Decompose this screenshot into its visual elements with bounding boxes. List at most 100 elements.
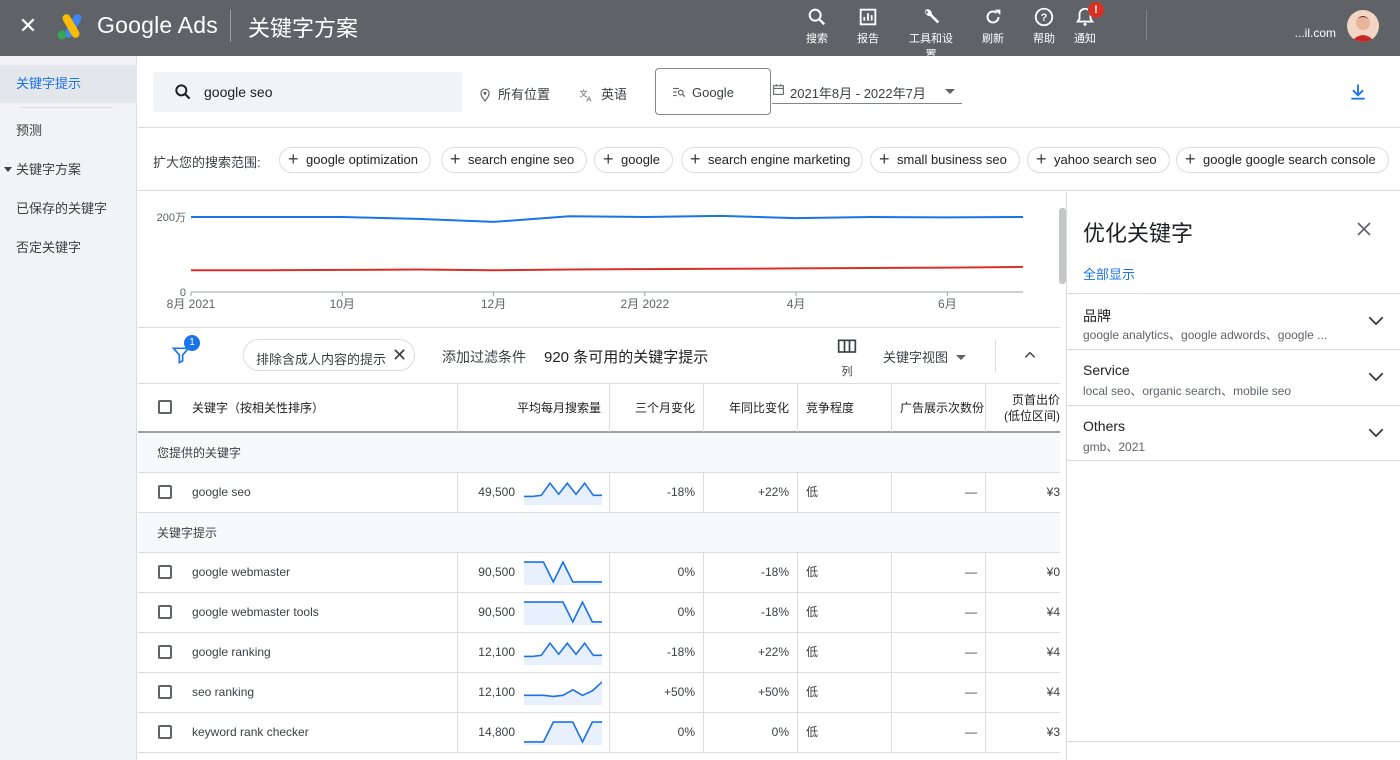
bid-value: ¥4.1 xyxy=(1046,605,1060,619)
refresh-icon xyxy=(986,9,1001,24)
chip-yahoo-search-seo[interactable]: + yahoo search seo xyxy=(1027,147,1170,173)
dropdown-arrow-icon xyxy=(956,355,967,360)
header-yoy-change[interactable]: 年同比变化 xyxy=(704,384,798,432)
row-checkbox[interactable] xyxy=(158,645,172,659)
volume-cell: 14,800 xyxy=(458,713,610,752)
sidebar-item-saved-keywords[interactable]: 已保存的关键字 xyxy=(0,190,137,228)
calendar-icon xyxy=(773,84,784,95)
date-range-selector[interactable]: 2021年8月 - 2022年7月 xyxy=(772,72,962,104)
expand-label: 扩大您的搜索范围: xyxy=(153,155,261,170)
table-row[interactable]: google webmaster tools 90,500 0% -18% 低 … xyxy=(138,593,1060,633)
page-title: 关键字方案 xyxy=(248,16,359,41)
row-checkbox[interactable] xyxy=(158,685,172,699)
table-group-header: 关键字提示 xyxy=(138,513,1060,553)
language-selector[interactable]: 文 A 英语 xyxy=(579,84,627,103)
table-row[interactable]: keyword rank checker 14,800 0% 0% 低 — ¥3… xyxy=(138,713,1060,753)
chip-label: search engine seo xyxy=(468,152,575,167)
header-three-month-change[interactable]: 三个月变化 xyxy=(610,384,704,432)
close-icon[interactable]: ✕ xyxy=(16,14,40,38)
volume-cell: 90,500 xyxy=(458,593,610,632)
close-icon[interactable] xyxy=(1355,220,1373,238)
series-line-blue xyxy=(191,214,1024,223)
chart-svg: 200万08月 2021 10月 12月 2月 2022 4月 6月 xyxy=(157,212,1024,311)
bid-value: ¥3.9 xyxy=(1046,485,1060,499)
refine-group-brand[interactable]: 品牌 google analytics、google adwords、googl… xyxy=(1067,293,1400,349)
tools-settings-button[interactable]: 工具和设置 xyxy=(904,6,958,62)
sidebar-item-forecast[interactable]: 预测 xyxy=(0,112,137,150)
chevron-up-icon[interactable] xyxy=(1023,348,1037,362)
search-tool-button[interactable]: 搜索 xyxy=(790,6,844,46)
remove-filter-icon[interactable]: ✕ xyxy=(392,345,407,366)
trend-sparkline xyxy=(524,721,602,745)
row-checkbox[interactable] xyxy=(158,565,172,579)
table-row[interactable]: google seo 49,500 -18% +22% 低 — ¥3.9 xyxy=(138,473,1060,513)
sidebar-item-keyword-plan[interactable]: 关键字方案 xyxy=(0,151,137,189)
table-row[interactable]: seo ranking 12,100 +50% +50% 低 — ¥4.0 xyxy=(138,673,1060,713)
keyword-view-selector[interactable]: 关键字视图 xyxy=(883,347,967,366)
chip-search-engine-seo[interactable]: + search engine seo xyxy=(441,147,588,173)
table-row[interactable]: google webmaster 90,500 0% -18% 低 — ¥0.6 xyxy=(138,553,1060,593)
reports-tool-button[interactable]: 报告 xyxy=(841,6,895,46)
group-label: 您提供的关键字 xyxy=(157,446,242,460)
chip-small-business-seo[interactable]: + small business seo xyxy=(870,147,1020,173)
header-competition[interactable]: 竞争程度 xyxy=(798,384,892,432)
sidebar-item-keyword-ideas[interactable]: 关键字提示 xyxy=(0,65,137,103)
notifications-button[interactable]: 通知 ! xyxy=(1058,2,1112,46)
brand-name: Google Ads xyxy=(97,12,218,38)
sidebar-divider xyxy=(20,107,113,108)
reports-icon xyxy=(859,8,877,26)
show-all-link[interactable]: 全部显示 xyxy=(1083,264,1135,283)
translate-icon: 文A xyxy=(579,88,592,103)
impression-share-cell: — xyxy=(892,553,986,592)
chip-search-engine-marketing[interactable]: + search engine marketing xyxy=(681,147,864,173)
refine-group-service[interactable]: Service local seo、organic search、mobile … xyxy=(1067,349,1400,405)
dropdown-arrow-icon xyxy=(945,89,955,94)
header-top-of-page-bid[interactable]: 页首出价 (低位区间) xyxy=(986,384,1060,432)
header-bid-line1: 页首出价 xyxy=(1011,393,1060,407)
header-keyword[interactable]: 关键字（按相关性排序） xyxy=(192,384,458,432)
volume-cell: 90,500 xyxy=(458,553,610,592)
refresh-label: 刷新 xyxy=(982,33,1004,45)
plus-icon: + xyxy=(288,149,299,169)
plus-icon: + xyxy=(603,149,614,169)
search-engine-selector[interactable]: Google xyxy=(655,68,771,115)
add-filter-button[interactable]: 添加过滤条件 xyxy=(442,347,526,367)
yoy-change-cell: -18% xyxy=(704,593,798,632)
chip-google-google-search-console[interactable]: + google google search console xyxy=(1176,147,1389,173)
select-all-checkbox[interactable] xyxy=(158,400,172,414)
location-selector[interactable]: 所有位置 xyxy=(478,84,550,103)
sidebar-item-negative-keywords[interactable]: 否定关键字 xyxy=(0,229,137,267)
three-month-change-cell: -18% xyxy=(610,633,704,672)
caret-down-icon xyxy=(4,167,12,172)
row-checkbox[interactable] xyxy=(158,485,172,499)
bid-cell: ¥3.9 xyxy=(986,473,1060,512)
download-icon[interactable] xyxy=(1348,82,1368,102)
avatar[interactable] xyxy=(1347,10,1379,42)
keyword-table: 关键字（按相关性排序） 平均每月搜索量 三个月变化 年同比变化 竞争程度 广告展… xyxy=(138,384,1060,760)
keyword-cell: google webmaster xyxy=(192,553,458,592)
chip-google-optimization[interactable]: + google optimization xyxy=(279,147,432,173)
header-avg-monthly-searches[interactable]: 平均每月搜索量 xyxy=(458,384,610,432)
account-email[interactable]: ...il.com xyxy=(1260,26,1336,40)
three-month-change-cell: 0% xyxy=(610,593,704,632)
table-row[interactable]: google ranking 12,100 -18% +22% 低 — ¥4.9 xyxy=(138,633,1060,673)
adult-content-filter-chip[interactable]: 排除含成人内容的提示 ✕ xyxy=(243,339,415,371)
plus-icon: + xyxy=(879,149,890,169)
row-checkbox[interactable] xyxy=(158,605,172,619)
chip-google[interactable]: + google xyxy=(594,147,674,173)
scrollbar-thumb[interactable] xyxy=(1059,208,1066,284)
columns-icon xyxy=(837,339,857,353)
keyword-search-input[interactable]: google seo xyxy=(153,72,462,112)
columns-button[interactable]: 列 xyxy=(835,338,859,379)
chip-label: google google search console xyxy=(1203,152,1376,167)
x-tick-label: 10月 xyxy=(330,297,355,311)
row-checkbox[interactable] xyxy=(158,725,172,739)
keyword-cell: seo ranking xyxy=(192,673,458,712)
bid-cell: ¥4.9 xyxy=(986,633,1060,672)
refresh-button[interactable]: 刷新 xyxy=(966,6,1020,46)
group-name: 品牌 xyxy=(1083,308,1111,324)
header-impression-share[interactable]: 广告展示次数份 xyxy=(892,384,986,432)
three-month-change-cell: -18% xyxy=(610,473,704,512)
refine-group-others[interactable]: Others gmb、2021 xyxy=(1067,405,1400,461)
group-name: Others xyxy=(1083,418,1126,434)
